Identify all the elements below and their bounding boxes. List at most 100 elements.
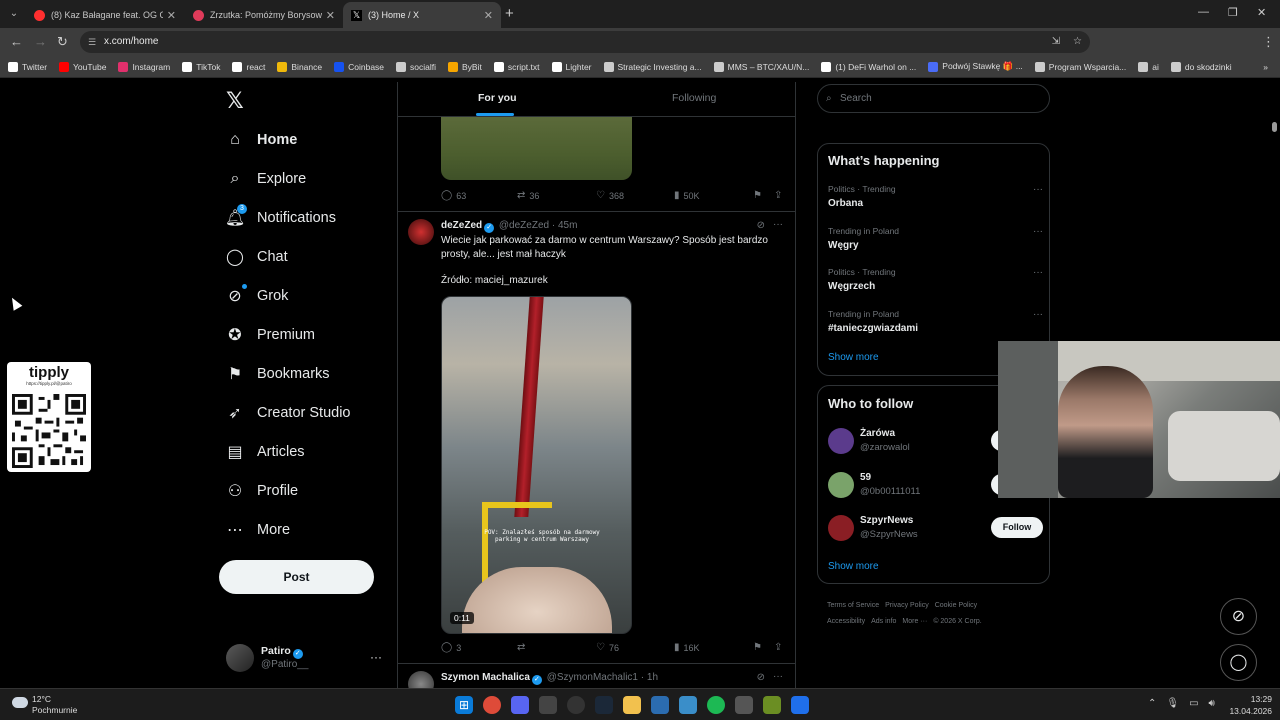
steam-icon[interactable] bbox=[595, 696, 613, 714]
app-icon[interactable] bbox=[539, 696, 557, 714]
follow-suggestion[interactable]: SzpyrNews @SzpyrNews Follow bbox=[828, 515, 1043, 545]
trend-item[interactable]: Trending in Poland #tanieczgwiazdami ··· bbox=[828, 309, 1043, 334]
forward-arrow-icon[interactable]: → bbox=[34, 34, 47, 49]
author-name[interactable]: deZeZed bbox=[441, 220, 482, 231]
tweet-time[interactable]: · 1h bbox=[641, 672, 658, 683]
post-button[interactable]: Post bbox=[219, 560, 374, 594]
chat-fab-icon[interactable]: ◯ bbox=[1220, 644, 1257, 681]
avatar[interactable] bbox=[408, 219, 434, 245]
app-icon[interactable] bbox=[735, 696, 753, 714]
spotify-icon[interactable] bbox=[707, 696, 725, 714]
trend-more-icon[interactable]: ··· bbox=[1033, 309, 1043, 320]
share-button[interactable]: ⇪ bbox=[774, 642, 782, 653]
bookmark-item[interactable]: script.txt bbox=[493, 61, 540, 72]
obs-icon[interactable] bbox=[567, 696, 585, 714]
tweet-more-icon[interactable]: ··· bbox=[773, 671, 783, 682]
grok-fab-icon[interactable]: ⊘ bbox=[1220, 598, 1257, 635]
bookmark-item[interactable]: YouTube bbox=[59, 61, 106, 72]
bookmarks-overflow-icon[interactable]: » bbox=[1263, 62, 1268, 72]
avatar[interactable] bbox=[828, 515, 854, 541]
sidebar-item-home[interactable]: ⌂ Home bbox=[225, 120, 351, 159]
sidebar-item-creator-studio[interactable]: ➶ Creator Studio bbox=[225, 393, 350, 432]
reply-button[interactable]: ◯ 63 bbox=[441, 190, 466, 201]
bookmark-item[interactable]: Strategic Investing a... bbox=[603, 61, 702, 72]
author-name[interactable]: Szymon Machalica bbox=[441, 672, 530, 683]
volume-icon[interactable]: 🔊︎ bbox=[1209, 698, 1215, 709]
restore-icon[interactable]: ❐ bbox=[1228, 6, 1238, 19]
footer-link[interactable]: Terms of Service bbox=[827, 602, 879, 609]
tweet-time[interactable]: · 45m bbox=[552, 220, 578, 231]
account-more-icon[interactable]: ··· bbox=[370, 650, 382, 664]
bookmark-item[interactable]: Binance bbox=[277, 61, 322, 72]
close-tab-icon[interactable]: ✕ bbox=[167, 9, 176, 22]
bookmark-item[interactable]: Podwój Stawkę 🎁 ... bbox=[928, 61, 1023, 72]
views-button[interactable]: ▮ 50K bbox=[674, 190, 700, 201]
reload-icon[interactable]: ↻ bbox=[57, 34, 68, 50]
app-icon[interactable] bbox=[651, 696, 669, 714]
sidebar-item-more[interactable]: ⋯ More bbox=[225, 510, 351, 549]
bookmark-item[interactable]: Twitter bbox=[8, 61, 47, 72]
footer-link[interactable]: Cookie Policy bbox=[935, 602, 977, 609]
trend-item[interactable]: Politics · Trending Orbana ··· bbox=[828, 184, 1043, 209]
sidebar-item-articles[interactable]: ▤ Articles bbox=[225, 432, 351, 471]
close-tab-icon[interactable]: ✕ bbox=[484, 9, 493, 22]
close-window-icon[interactable]: ✕ bbox=[1257, 6, 1266, 19]
tab-for-you[interactable]: For you bbox=[478, 92, 517, 104]
file-explorer-icon[interactable] bbox=[623, 696, 641, 714]
sidebar-item-chat[interactable]: ◯ Chat bbox=[225, 237, 351, 276]
x-logo-icon[interactable]: 𝕏 bbox=[226, 88, 244, 114]
bookmark-item[interactable]: Coinbase bbox=[334, 61, 384, 72]
show-more-trends-link[interactable]: Show more bbox=[828, 352, 879, 363]
sidebar-item-grok[interactable]: ⊘ Grok bbox=[225, 276, 351, 315]
account-switcher[interactable]: Patiro ✓ @Patiro__ ··· bbox=[226, 644, 386, 674]
tray-chevron-icon[interactable]: ⌃ bbox=[1148, 698, 1156, 709]
minimize-icon[interactable]: — bbox=[1198, 6, 1209, 18]
url-field[interactable]: ☰ x.com/home ⇲ ☆ bbox=[80, 31, 1090, 53]
author-handle[interactable]: @SzymonMachalic1 bbox=[547, 672, 638, 683]
clock[interactable]: 13:29 13.04.2026 bbox=[1228, 693, 1272, 717]
bookmark-item[interactable]: Lighter bbox=[551, 61, 592, 72]
chrome-icon[interactable] bbox=[483, 696, 501, 714]
tweet-more-icon[interactable]: ··· bbox=[773, 219, 783, 230]
footer-link[interactable]: More ··· bbox=[902, 618, 927, 625]
bookmark-item[interactable]: socialfi bbox=[396, 61, 436, 72]
trend-more-icon[interactable]: ··· bbox=[1033, 226, 1043, 237]
bookmark-item[interactable]: ai bbox=[1138, 61, 1159, 72]
scrollbar-thumb[interactable] bbox=[1272, 122, 1277, 132]
trend-more-icon[interactable]: ··· bbox=[1033, 267, 1043, 278]
bookmark-item[interactable]: TikTok bbox=[182, 61, 220, 72]
close-tab-icon[interactable]: ✕ bbox=[326, 9, 335, 22]
tab-search-chevron-icon[interactable]: ⌄ bbox=[6, 6, 22, 22]
sidebar-item-explore[interactable]: ⌕ Explore bbox=[225, 159, 351, 198]
app-icon[interactable] bbox=[791, 696, 809, 714]
sidebar-item-premium[interactable]: ✪ Premium bbox=[225, 315, 351, 354]
tweet-video[interactable]: POV: Znalazłeś sposób na darmowy parking… bbox=[441, 296, 632, 634]
search-input[interactable]: ⌕ Search bbox=[817, 84, 1050, 113]
microphone-icon[interactable]: 🎙︎ bbox=[1166, 698, 1179, 709]
sidebar-item-notifications[interactable]: 🔔︎ 3 Notifications bbox=[225, 198, 351, 237]
sidebar-item-bookmarks[interactable]: ⚑ Bookmarks bbox=[225, 354, 351, 393]
browser-tab-2[interactable]: Zrzutka: Pomóżmy Borysowi - w... ✕ bbox=[185, 2, 343, 28]
discord-icon[interactable] bbox=[511, 696, 529, 714]
like-button[interactable]: ♡ 76 bbox=[596, 642, 619, 653]
footer-link[interactable]: Ads info bbox=[871, 618, 896, 625]
reply-button[interactable]: ◯ 3 bbox=[441, 642, 461, 653]
footer-link[interactable]: Accessibility bbox=[827, 618, 865, 625]
network-icon[interactable]: ▭ bbox=[1189, 698, 1198, 709]
avatar[interactable] bbox=[408, 671, 434, 688]
site-info-icon[interactable]: ☰ bbox=[88, 31, 96, 53]
browser-tab-1[interactable]: (8) Kaz Bałagane feat. OG Olgi... ✕ bbox=[26, 2, 184, 28]
trend-more-icon[interactable]: ··· bbox=[1033, 184, 1043, 195]
author-handle[interactable]: @deZeZed bbox=[499, 220, 549, 231]
back-arrow-icon[interactable]: ← bbox=[10, 34, 23, 49]
avatar[interactable] bbox=[828, 471, 854, 498]
bookmark-item[interactable]: Instagram bbox=[118, 61, 170, 72]
follow-button[interactable]: Follow bbox=[991, 517, 1043, 538]
grok-explain-icon[interactable]: ⊘ bbox=[757, 672, 765, 683]
trend-item[interactable]: Trending in Poland Węgry ··· bbox=[828, 226, 1043, 251]
bookmark-item[interactable]: (1) DeFi Warhol on ... bbox=[821, 61, 916, 72]
bookmark-item[interactable]: Program Wsparcia... bbox=[1034, 61, 1126, 72]
app-icon[interactable] bbox=[763, 696, 781, 714]
tab-following[interactable]: Following bbox=[672, 92, 716, 104]
repost-button[interactable]: ⇄ bbox=[517, 642, 529, 653]
